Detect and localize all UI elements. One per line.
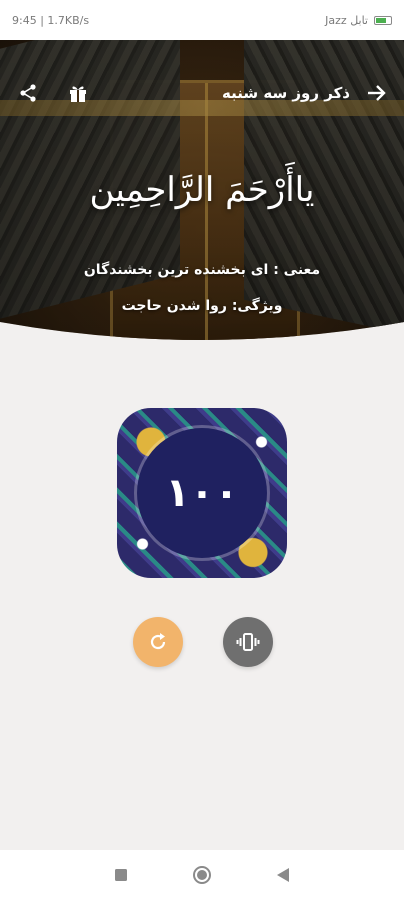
counter-circle: ١٠٠ — [137, 428, 267, 558]
dhikr-feature: ویژگی: روا شدن حاجت — [121, 298, 283, 314]
arrow-right-icon[interactable] — [364, 81, 388, 105]
system-nav-bar — [0, 850, 404, 900]
circle-icon — [192, 866, 211, 884]
carrier-label: Jazz تابل — [325, 13, 368, 27]
vibrate-button[interactable] — [223, 617, 273, 667]
share-icon[interactable] — [16, 81, 40, 105]
action-buttons — [0, 617, 404, 667]
back-button[interactable] — [273, 865, 293, 885]
status-right: Jazz تابل — [325, 14, 392, 27]
vibrate-icon — [236, 633, 260, 651]
battery-icon — [374, 15, 392, 25]
dhikr-meaning: معنی : ای بخشنده ترین بخشندگان — [83, 262, 321, 278]
refresh-icon — [150, 633, 166, 650]
toolbar-title-area: ذکر روز سه شنبه — [222, 81, 388, 105]
counter-value: ١٠٠ — [165, 470, 239, 516]
status-left: 9:45 | 1.7KB/s — [12, 14, 89, 27]
recent-apps-button[interactable] — [111, 865, 131, 885]
status-bar: 9:45 | 1.7KB/s Jazz تابل — [0, 0, 404, 40]
triangle-left-icon — [277, 868, 290, 882]
toolbar: ذکر روز سه شنبه — [0, 40, 404, 146]
gift-icon[interactable] — [66, 81, 90, 105]
home-button[interactable] — [192, 865, 212, 885]
dhikr-calligraphy: ياأَرْحَمَ الرَّاحِمِين — [89, 170, 315, 210]
page-title: ذکر روز سه شنبه — [222, 84, 350, 102]
square-icon — [114, 869, 127, 881]
reset-button[interactable] — [133, 617, 183, 667]
status-time: 9:45 | 1.7KB/s — [12, 13, 90, 27]
toolbar-actions — [16, 81, 90, 105]
counter-button[interactable]: ١٠٠ — [117, 408, 287, 578]
